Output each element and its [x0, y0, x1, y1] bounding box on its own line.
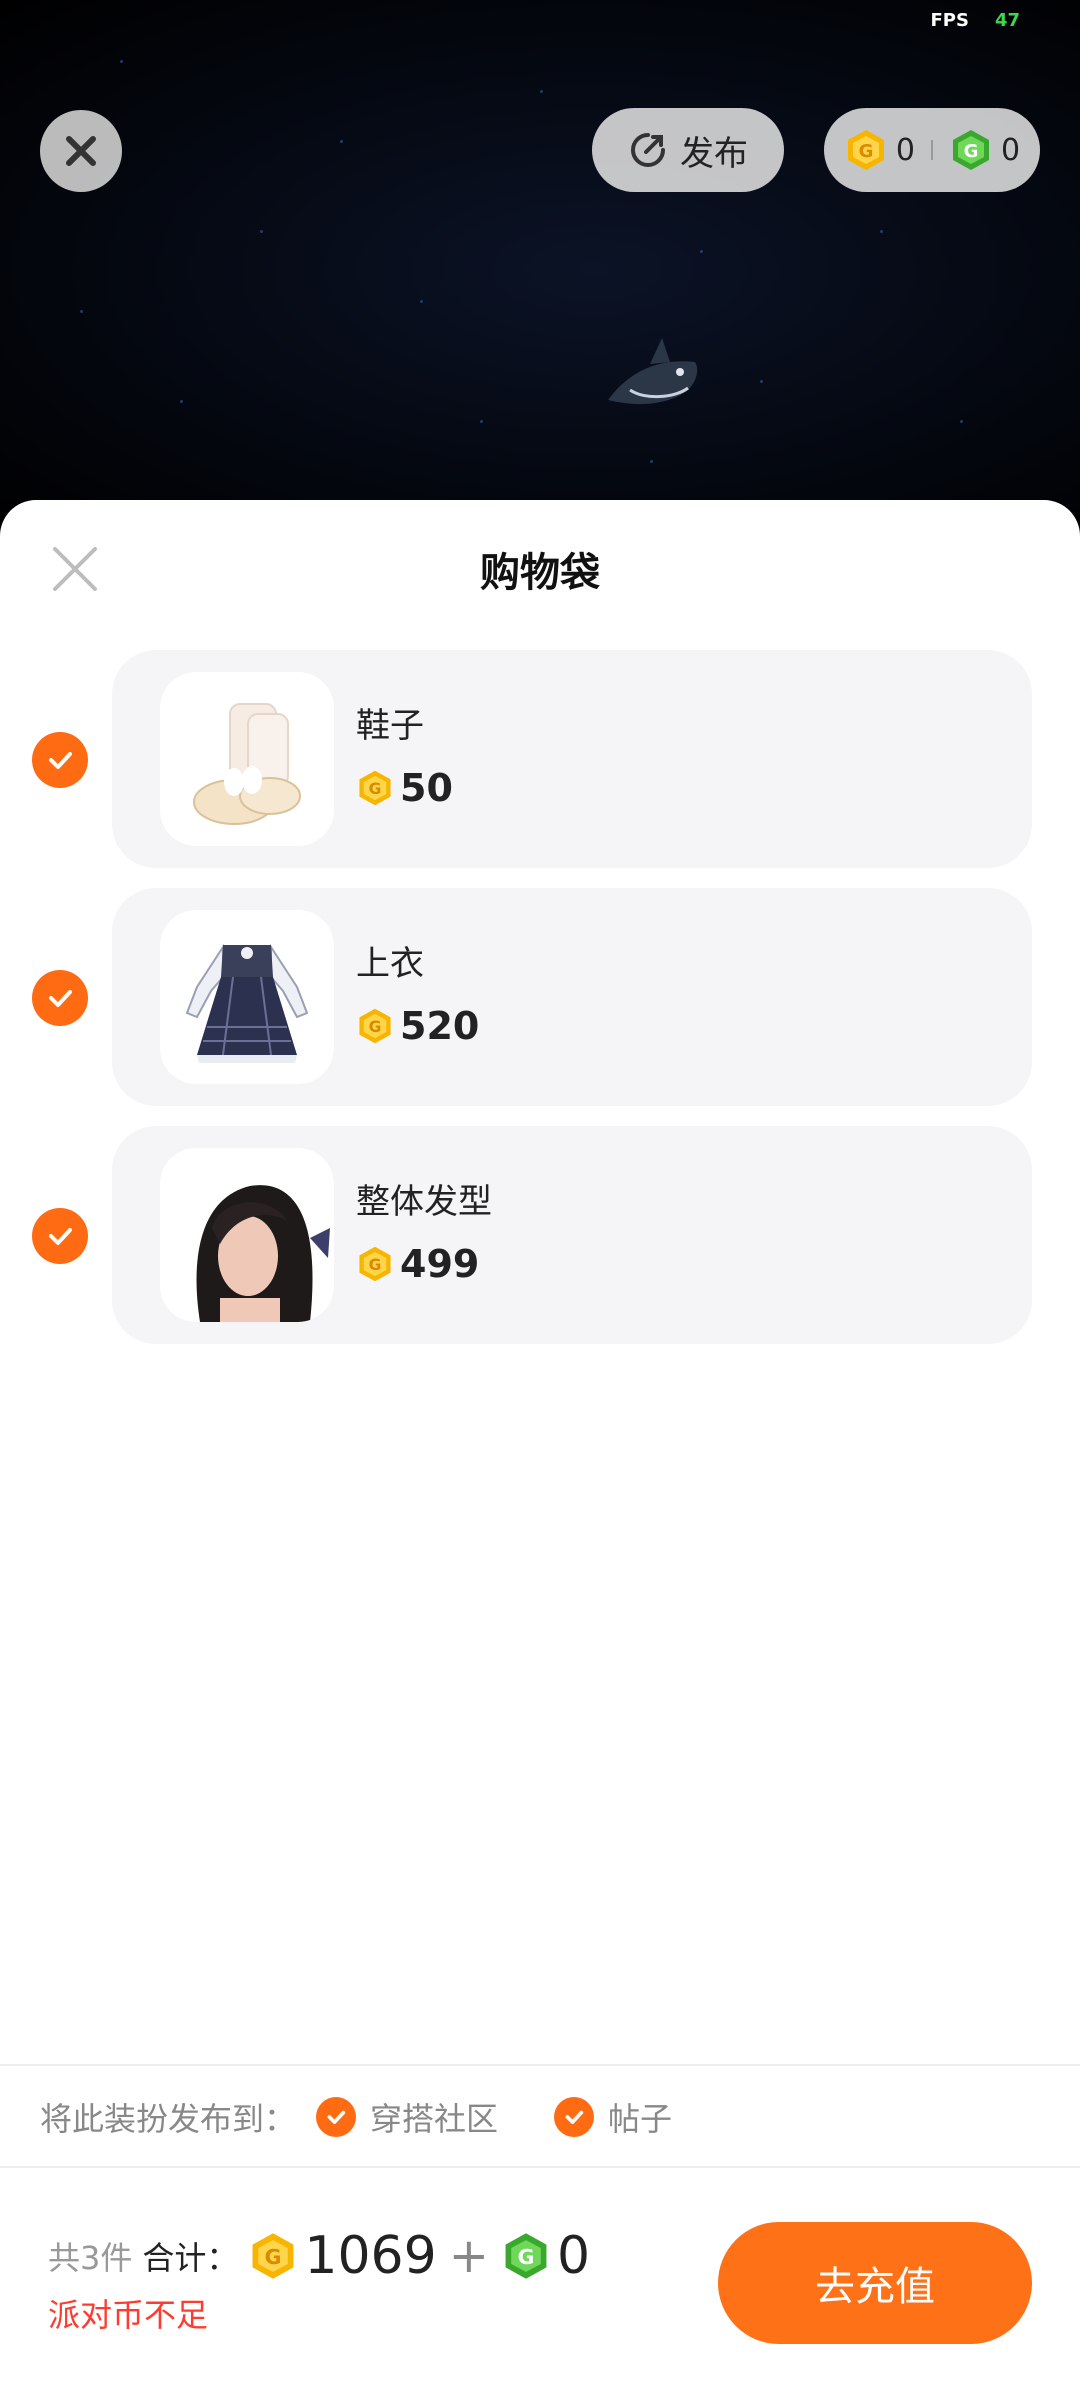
green-coin-icon: G [505, 2233, 547, 2279]
item-count: 共3件 [48, 2239, 133, 2277]
item-name: 上衣 [356, 944, 424, 984]
checkmark-icon [554, 2097, 595, 2137]
checkmark-icon [49, 990, 72, 1007]
svg-text:G: G [265, 2245, 282, 2269]
cart-item: 整体发型 G 499 [0, 1126, 1080, 1344]
gold-coin-icon: G [359, 1008, 391, 1044]
currency-balance[interactable]: G 0 G 0 [824, 108, 1040, 192]
recharge-button[interactable]: 去充值 [718, 2222, 1032, 2344]
checkmark-icon [316, 2097, 357, 2137]
publish-option-community[interactable]: 穿搭社区 [316, 2094, 498, 2140]
item-price: G 499 [356, 1242, 479, 1286]
checkmark-icon [49, 1228, 72, 1245]
divider [0, 2166, 1080, 2168]
shoes-image [193, 703, 301, 825]
item-price: G 50 [356, 766, 453, 810]
gold-coin-icon: G [252, 2233, 294, 2279]
green-balance: 0 [1001, 132, 1021, 168]
divider [0, 2064, 1080, 2066]
sheet-title: 购物袋 [480, 550, 600, 596]
item-checkbox[interactable] [32, 1208, 88, 1264]
hairstyle-image [196, 1185, 330, 1322]
shark-avatar [608, 338, 698, 405]
svg-text:G: G [369, 1018, 382, 1036]
item-thumbnail [160, 1148, 334, 1322]
item-checkbox[interactable] [32, 970, 88, 1026]
item-checkbox[interactable] [32, 732, 88, 788]
publish-button[interactable]: 发布 [592, 108, 784, 192]
plus-sign: + [448, 2228, 489, 2284]
green-total: 0 [556, 2226, 591, 2286]
publish-label: 发布 [680, 133, 748, 174]
gold-total: 1069 [304, 2226, 437, 2286]
checkmark-icon [49, 752, 72, 769]
publish-to-row: 将此装扮发布到： 穿搭社区 帖子 [40, 2094, 708, 2140]
close-scene-button[interactable] [40, 110, 122, 192]
close-icon [66, 136, 96, 166]
gold-balance: 0 [895, 132, 915, 168]
publish-to-label: 将此装扮发布到： [40, 2100, 297, 2138]
svg-text:G: G [369, 780, 382, 798]
gold-coin-icon: G [847, 130, 884, 170]
svg-text:G: G [859, 141, 874, 162]
total-label: 合计： [142, 2239, 239, 2277]
svg-text:G: G [964, 141, 979, 162]
item-name: 整体发型 [356, 1182, 492, 1222]
gold-coin-icon: G [359, 1246, 391, 1282]
game-scene: FPS 47 发布 G 0 G 0 [0, 0, 1080, 540]
dress-image [185, 943, 309, 1063]
publish-option-post[interactable]: 帖子 [554, 2094, 672, 2140]
order-summary: 共3件 合计： G 1069 + G 0 派对币不足 [48, 2226, 590, 2336]
item-thumbnail [160, 910, 334, 1084]
item-card[interactable]: 整体发型 G 499 [112, 1126, 1032, 1344]
gold-coin-icon: G [359, 770, 391, 806]
fps-counter: FPS 47 [930, 10, 1020, 31]
item-price: G 520 [356, 1004, 479, 1048]
svg-text:G: G [369, 1256, 382, 1274]
item-card[interactable]: 鞋子 G 50 [112, 650, 1032, 868]
green-coin-icon: G [953, 130, 989, 170]
item-name: 鞋子 [356, 706, 424, 746]
item-card[interactable]: 上衣 G 520 [112, 888, 1032, 1106]
item-thumbnail [160, 672, 334, 846]
insufficient-funds-warning: 派对币不足 [48, 2296, 209, 2334]
svg-text:G: G [518, 2245, 535, 2269]
cart-item: 上衣 G 520 [0, 888, 1080, 1106]
cart-item: 鞋子 G 50 [0, 650, 1080, 868]
publish-icon [631, 133, 665, 167]
